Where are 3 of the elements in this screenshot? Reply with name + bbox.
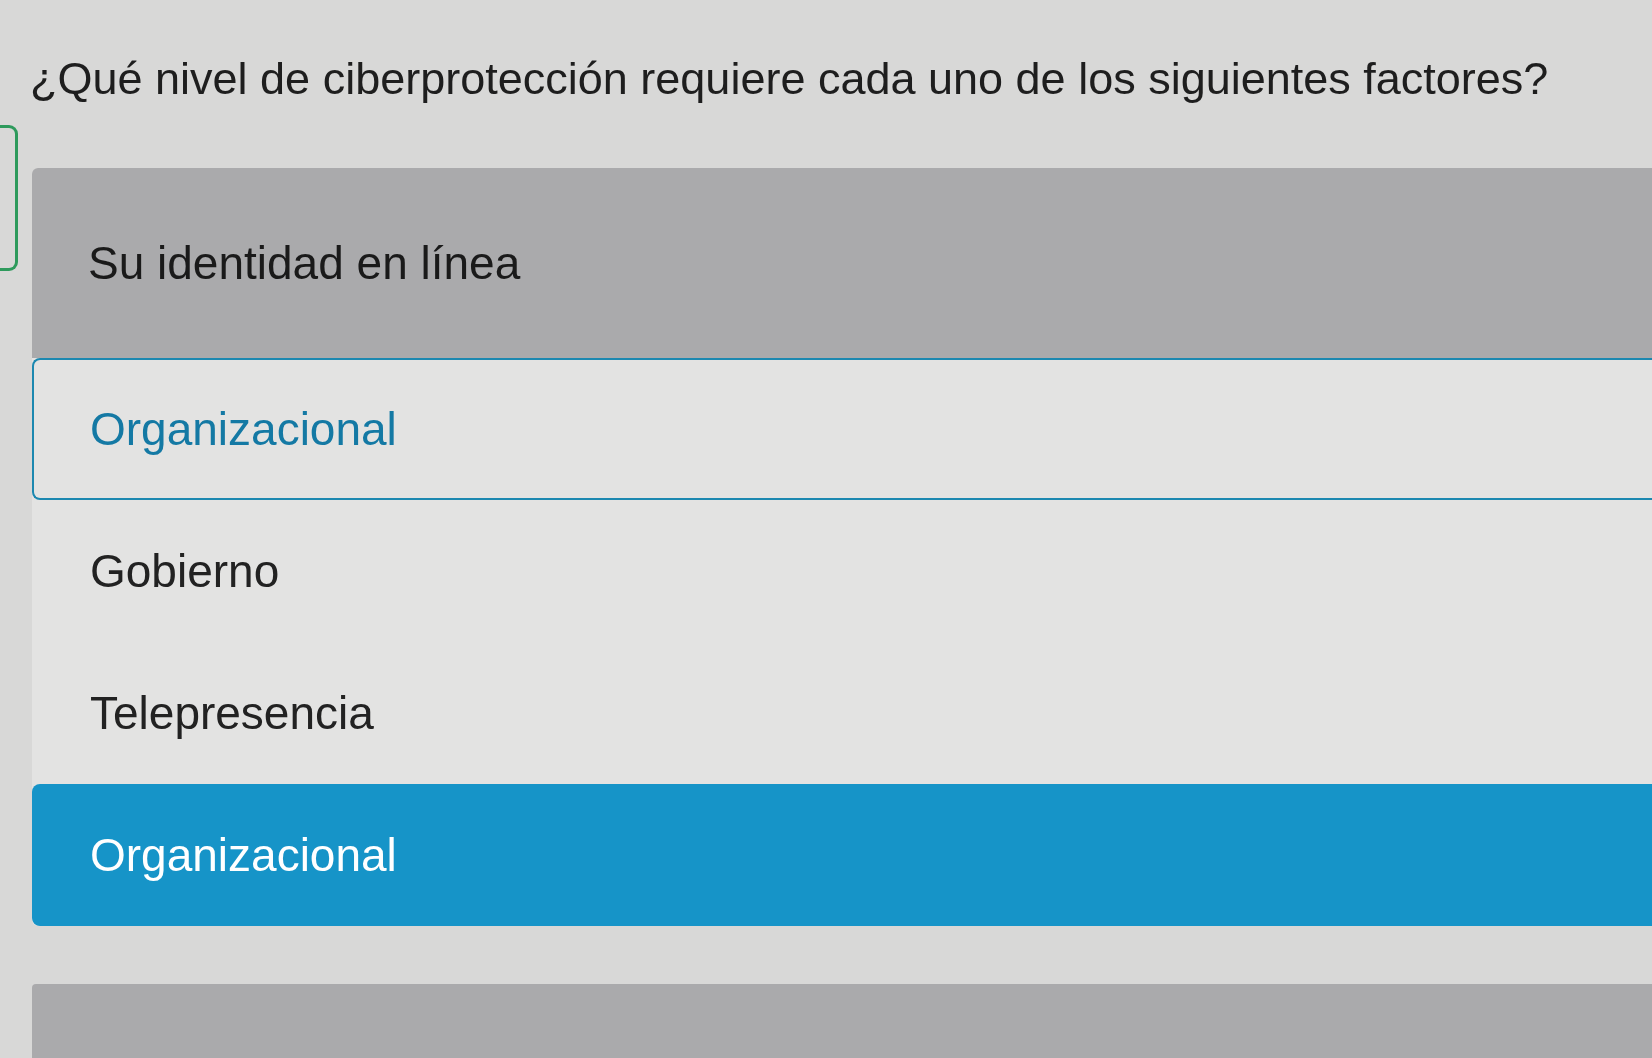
question-text: ¿Qué nivel de ciberprotección requiere cada uno de los siguientes factores? <box>29 52 1550 106</box>
factor-label: Su identidad en línea <box>88 236 521 290</box>
dropdown-option[interactable]: Organizacional <box>32 358 1652 500</box>
